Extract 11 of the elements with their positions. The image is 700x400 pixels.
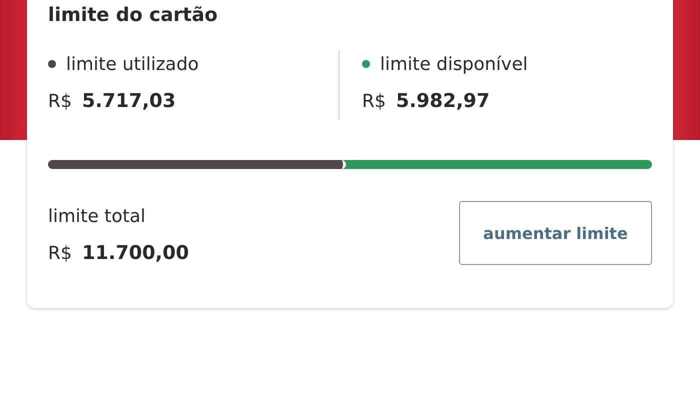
currency-symbol: R$ <box>362 91 386 112</box>
currency-symbol: R$ <box>48 243 72 264</box>
currency-symbol: R$ <box>48 91 72 112</box>
limit-label: limite disponível <box>380 54 528 74</box>
limit-amount: 5.717,03 <box>82 90 176 112</box>
increase-limit-button[interactable]: aumentar limite <box>459 201 652 265</box>
total-label: limite total <box>48 204 147 228</box>
limit-label: limite utilizado <box>66 54 199 74</box>
total-amount: 11.700,00 <box>82 242 189 264</box>
limit-amount: 5.982,97 <box>396 90 490 112</box>
card-title: limite do cartão <box>48 4 219 28</box>
